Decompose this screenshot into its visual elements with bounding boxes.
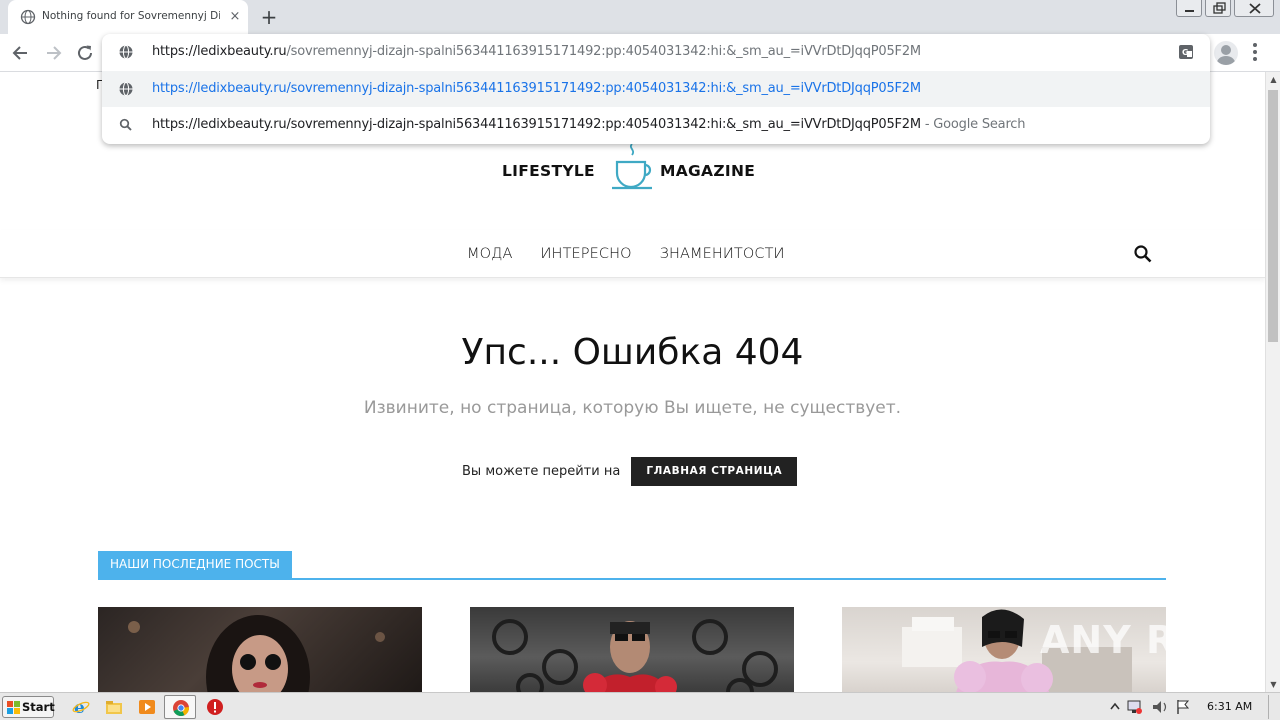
logo-text-left: LIFESTYLE — [502, 162, 595, 180]
show-desktop-button[interactable] — [1268, 695, 1278, 719]
globe-icon — [20, 9, 36, 25]
address-bar-text: https://ledixbeauty.ru/sovremennyj-dizaj… — [152, 44, 921, 59]
url-host: https://ledixbeauty.ru — [152, 44, 287, 59]
coffee-cup-icon — [612, 143, 652, 190]
url-path: /sovremennyj-dizajn-spalni56344116391517… — [286, 44, 921, 59]
logo-text-right: MAGAZINE — [660, 162, 756, 180]
nav-item-interesno[interactable]: ИНТЕРЕСНО — [541, 246, 632, 262]
globe-icon — [119, 45, 133, 59]
security-alert-icon[interactable] — [206, 698, 224, 716]
post-thumbnail[interactable] — [470, 607, 794, 692]
scroll-up-icon[interactable]: ▲ — [1266, 72, 1280, 87]
system-tray — [1110, 700, 1190, 714]
window-controls — [1173, 0, 1274, 18]
anyrun-watermark: ANY RUN — [1040, 618, 1241, 662]
browser-tab[interactable]: Nothing found for Sovremennyj Dizajn Spa… — [8, 0, 248, 34]
taskbar-clock[interactable]: 6:31 AM — [1207, 700, 1252, 713]
volume-icon[interactable] — [1153, 701, 1167, 713]
start-label: Start — [22, 700, 55, 714]
search-query: https://ledixbeauty.ru/sovremennyj-dizaj… — [152, 117, 921, 132]
nav-item-znamenitosti[interactable]: ЗНАМЕНИТОСТИ — [660, 246, 785, 262]
tab-strip: Nothing found for Sovremennyj Dizajn Spa… — [0, 0, 1280, 34]
new-tab-icon[interactable]: + — [258, 6, 280, 28]
goto-home-row: Вы можете перейти на ГЛАВНАЯ СТРАНИЦА — [462, 457, 798, 486]
scroll-down-icon[interactable]: ▼ — [1266, 677, 1280, 692]
minimize-button[interactable] — [1176, 0, 1202, 17]
error-subtitle: Извините, но страница, которую Вы ищете,… — [363, 398, 902, 418]
nav-item-moda[interactable]: МОДА — [467, 246, 513, 262]
latest-posts-label: НАШИ ПОСЛЕДНИЕ ПОСТЫ — [98, 551, 292, 578]
search-suffix: - Google Search — [920, 117, 1026, 132]
latest-posts-header: НАШИ ПОСЛЕДНИЕ ПОСТЫ — [98, 551, 1166, 580]
reload-icon[interactable] — [74, 42, 96, 64]
goto-text: Вы можете перейти на — [462, 464, 621, 479]
tab-title: Nothing found for Sovremennyj Dizajn Spa… — [42, 10, 220, 22]
close-window-button[interactable] — [1234, 0, 1274, 17]
suggestion-search-row[interactable]: https://ledixbeauty.ru/sovremennyj-dizaj… — [102, 107, 1210, 143]
chrome-menu-icon[interactable] — [1252, 43, 1258, 63]
restore-button[interactable] — [1205, 0, 1231, 17]
windows-logo-icon — [7, 701, 20, 714]
back-arrow-icon[interactable] — [10, 42, 32, 64]
file-explorer-icon[interactable] — [105, 698, 123, 716]
post-thumbnail[interactable] — [98, 607, 422, 692]
post-image — [492, 619, 778, 692]
tray-expand-icon[interactable] — [1110, 702, 1120, 710]
home-page-button[interactable]: ГЛАВНАЯ СТРАНИЦА — [631, 457, 798, 486]
address-bar-input[interactable]: https://ledixbeauty.ru/sovremennyj-dizaj… — [102, 34, 1210, 70]
suggestion-url-text: https://ledixbeauty.ru/sovremennyj-dizaj… — [152, 81, 921, 96]
windows-taskbar: Start e 6:31 AM — [0, 692, 1280, 720]
suggestion-search-text: https://ledixbeauty.ru/sovremennyj-dizaj… — [152, 117, 1026, 132]
main-navigation: МОДА ИНТЕРЕСНО ЗНАМЕНИТОСТИ — [0, 230, 1265, 278]
search-icon[interactable] — [1133, 244, 1153, 264]
forward-arrow-icon[interactable] — [42, 42, 64, 64]
post-image — [128, 615, 385, 692]
globe-icon — [119, 82, 133, 96]
tab-close-icon[interactable]: × — [228, 10, 242, 24]
site-logo[interactable]: LIFESTYLE MAGAZINE — [502, 140, 764, 192]
web-page: П LIFESTYLE MAGAZINE МОДА ИНТЕРЕСНО ЗНАМ… — [0, 72, 1265, 692]
network-icon[interactable] — [1127, 700, 1142, 714]
page-scrollbar[interactable]: ▲ ▼ — [1265, 72, 1280, 692]
omnibox-dropdown: https://ledixbeauty.ru/sovremennyj-dizaj… — [102, 34, 1210, 144]
search-icon — [119, 118, 132, 131]
scroll-thumb[interactable] — [1268, 90, 1278, 342]
chrome-icon — [173, 700, 190, 716]
media-player-icon[interactable] — [138, 698, 156, 716]
translate-icon[interactable]: G — [1178, 44, 1194, 60]
chrome-taskbar-button[interactable] — [164, 695, 196, 719]
suggestion-url-row[interactable]: https://ledixbeauty.ru/sovremennyj-dizaj… — [102, 71, 1210, 107]
error-title: Упс... Ошибка 404 — [461, 332, 804, 373]
internet-explorer-icon[interactable]: e — [72, 698, 90, 716]
action-center-flag-icon[interactable] — [1177, 700, 1190, 714]
start-button[interactable]: Start — [2, 696, 55, 718]
profile-avatar-icon[interactable] — [1214, 41, 1238, 65]
